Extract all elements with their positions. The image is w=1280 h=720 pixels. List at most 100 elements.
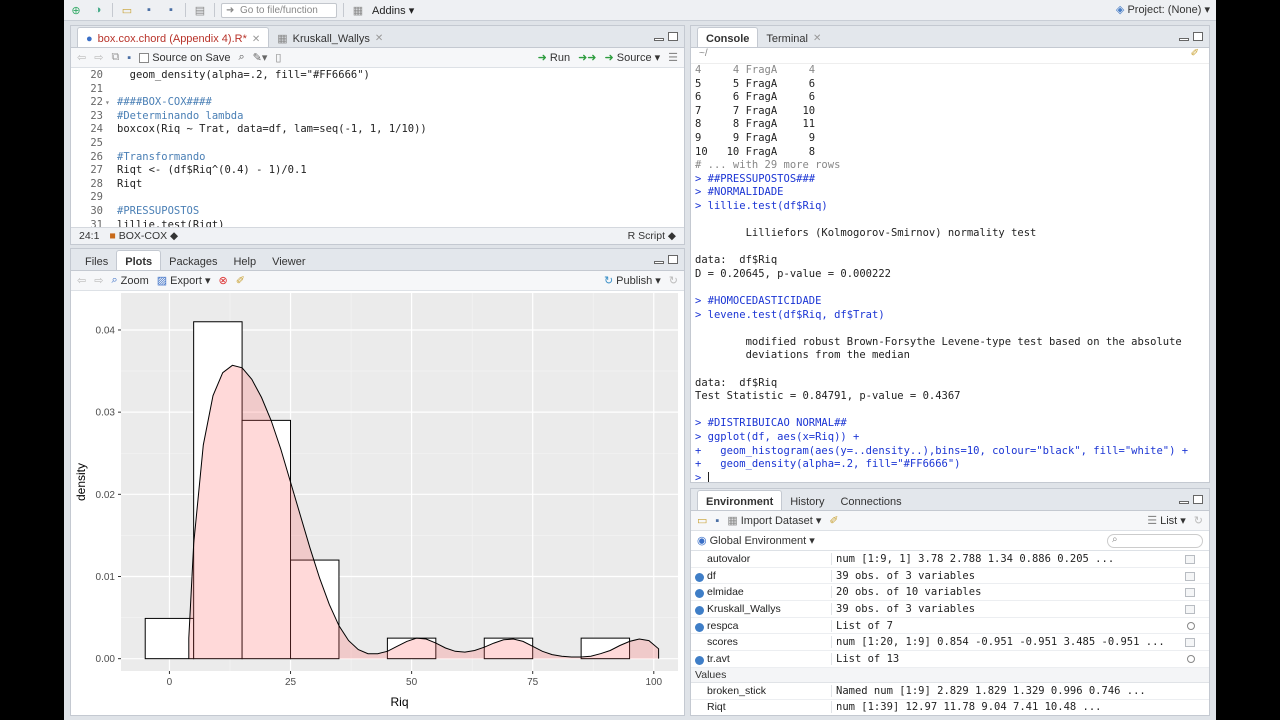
close-tab-icon[interactable]: ✕ (375, 33, 383, 44)
print-icon[interactable]: ▤ (192, 3, 208, 17)
env-row[interactable]: Kruskall_Wallys 39 obs. of 3 variables (691, 601, 1209, 618)
env-row[interactable]: scores num [1:20, 1:9] 0.854 -0.951 -0.95… (691, 634, 1209, 652)
filetype-menu[interactable]: R Script ◆ (628, 230, 676, 242)
inspect-icon[interactable] (1187, 621, 1195, 630)
publish-button[interactable]: ↻ Publish ▾ (604, 274, 661, 288)
code-tools-icon[interactable]: ✎▾ (253, 51, 268, 64)
new-project-icon[interactable]: ◑ (90, 3, 106, 17)
tab-help[interactable]: Help (225, 250, 264, 270)
fold-marker-icon[interactable] (105, 123, 113, 137)
addins-menu[interactable]: Addins ▾ (372, 4, 414, 17)
compile-report-icon[interactable]: ▯ (275, 51, 281, 64)
open-file-icon[interactable]: ▭ (119, 3, 135, 17)
remove-plot-icon[interactable]: ⊗ (218, 274, 227, 287)
maximize-icon[interactable] (668, 255, 678, 264)
view-data-icon[interactable] (1185, 571, 1195, 581)
save-file-icon[interactable]: ▪ (127, 52, 131, 64)
fold-marker-icon[interactable] (105, 178, 113, 192)
maximize-icon[interactable] (1193, 32, 1203, 41)
view-data-icon[interactable] (1185, 588, 1195, 598)
fold-marker-icon[interactable] (105, 164, 113, 178)
code-line[interactable]: 26 #Transformando (71, 151, 684, 165)
maximize-icon[interactable] (668, 32, 678, 41)
new-file-icon[interactable]: ⊕ (68, 3, 84, 17)
code-line[interactable]: 30 #PRESSUPOSTOS (71, 205, 684, 219)
tab-history[interactable]: History (782, 490, 832, 510)
source-on-save-checkbox[interactable]: Source on Save (139, 52, 230, 64)
code-editor[interactable]: 20 geom_density(alpha=.2, fill="#FF6666"… (71, 69, 684, 244)
code-line[interactable]: 24 boxcox(Riq ~ Trat, data=df, lam=seq(-1… (71, 123, 684, 137)
expand-icon[interactable] (695, 605, 704, 615)
console-output[interactable]: 4 4 FragA 45 5 FragA 66 6 FragA 67 7 Fra… (691, 64, 1209, 482)
goto-file-input[interactable]: ➜ Go to file/function (221, 2, 337, 18)
code-line[interactable]: 23 #Determinando lambda (71, 110, 684, 124)
next-plot-icon[interactable]: ⇨ (94, 274, 103, 287)
tab-connections[interactable]: Connections (832, 490, 909, 510)
search-icon[interactable]: ⌕ (238, 51, 244, 64)
env-row[interactable]: autovalor num [1:9, 1] 3.78 2.788 1.34 0.… (691, 551, 1209, 568)
clear-plots-icon[interactable]: ✐ (236, 274, 245, 287)
code-line[interactable]: 27 Riqt <- (df$Riq^(0.4) - 1)/0.1 (71, 164, 684, 178)
editor-tab-boxcox[interactable]: ● box.cox.chord (Appendix 4).R* ✕ (77, 27, 270, 47)
code-line[interactable]: 21 (71, 83, 684, 97)
save-icon[interactable]: ▪ (141, 3, 157, 17)
fold-marker-icon[interactable] (105, 205, 113, 219)
forward-icon[interactable]: ⇨ (94, 51, 103, 64)
refresh-icon[interactable]: ↻ (1194, 514, 1203, 527)
fold-marker-icon[interactable] (105, 137, 113, 151)
env-row[interactable]: respca List of 7 (691, 618, 1209, 635)
env-row[interactable]: broken_stick Named num [1:9] 2.829 1.829 … (691, 683, 1209, 700)
code-line[interactable]: 25 (71, 137, 684, 151)
minimize-icon[interactable] (654, 38, 664, 41)
fold-marker-icon[interactable] (105, 83, 113, 97)
prev-plot-icon[interactable]: ⇦ (77, 274, 86, 287)
source-button[interactable]: ➜ Source ▾ (605, 51, 661, 65)
fold-marker-icon[interactable] (105, 191, 113, 205)
scope-selector[interactable]: ◉ Global Environment ▾ (697, 534, 815, 548)
minimize-icon[interactable] (1179, 38, 1189, 41)
import-dataset-button[interactable]: ▦ Import Dataset ▾ (727, 514, 821, 528)
refresh-icon[interactable]: ↻ (669, 274, 678, 287)
load-workspace-icon[interactable]: ▭ (697, 514, 707, 527)
maximize-icon[interactable] (1193, 495, 1203, 504)
tab-terminal[interactable]: Terminal ✕ (758, 27, 829, 47)
minimize-icon[interactable] (1179, 501, 1189, 504)
expand-icon[interactable] (695, 622, 704, 632)
close-tab-icon[interactable]: ✕ (252, 34, 260, 45)
code-line[interactable]: 29 (71, 191, 684, 205)
tab-plots[interactable]: Plots (116, 250, 162, 270)
code-line[interactable]: 20 geom_density(alpha=.2, fill="#FF6666"… (71, 69, 684, 83)
fold-marker-icon[interactable] (105, 151, 113, 165)
section-navigator[interactable]: ■ BOX-COX ◆ (109, 230, 178, 242)
expand-icon[interactable] (695, 589, 704, 599)
export-button[interactable]: ▨ Export ▾ (157, 274, 211, 288)
fold-marker-icon[interactable] (105, 110, 113, 124)
fold-marker-icon[interactable]: ▾ (105, 96, 113, 110)
fold-marker-icon[interactable] (105, 69, 113, 83)
expand-icon[interactable] (695, 572, 704, 582)
tab-environment[interactable]: Environment (697, 490, 783, 510)
tab-packages[interactable]: Packages (161, 250, 225, 270)
view-data-icon[interactable] (1185, 555, 1195, 564)
project-menu[interactable]: ◈ Project: (None) ▾ (1116, 3, 1210, 16)
env-row[interactable]: tr.avt List of 13 (691, 651, 1209, 668)
code-line[interactable]: 22 ▾ ####BOX-COX#### (71, 96, 684, 110)
view-data-icon[interactable] (1185, 605, 1195, 615)
env-search-input[interactable]: ⌕ (1107, 533, 1203, 548)
editor-tab-kruskall[interactable]: ▦ Kruskall_Wallys ✕ (269, 27, 391, 47)
close-tab-icon[interactable]: ✕ (813, 33, 821, 44)
env-row[interactable]: Riqt num [1:39] 12.97 11.78 9.04 7.41 10.… (691, 700, 1209, 716)
code-line[interactable]: 28 Riqt (71, 178, 684, 192)
env-row[interactable]: df 39 obs. of 3 variables (691, 568, 1209, 585)
tab-viewer[interactable]: Viewer (264, 250, 313, 270)
clear-console-icon[interactable]: ✐ (1191, 48, 1199, 59)
save-all-icon[interactable]: ▪ (163, 3, 179, 17)
tab-files[interactable]: Files (77, 250, 116, 270)
zoom-button[interactable]: ⌕ Zoom (111, 274, 148, 287)
back-icon[interactable]: ⇦ (77, 51, 86, 64)
env-row[interactable]: elmidae 20 obs. of 10 variables (691, 584, 1209, 602)
outline-icon[interactable]: ☰ (668, 51, 678, 64)
expand-icon[interactable] (695, 655, 704, 665)
pane-layout-icon[interactable]: ▦ (350, 3, 366, 17)
show-in-window-icon[interactable]: ⧉ (111, 51, 119, 64)
